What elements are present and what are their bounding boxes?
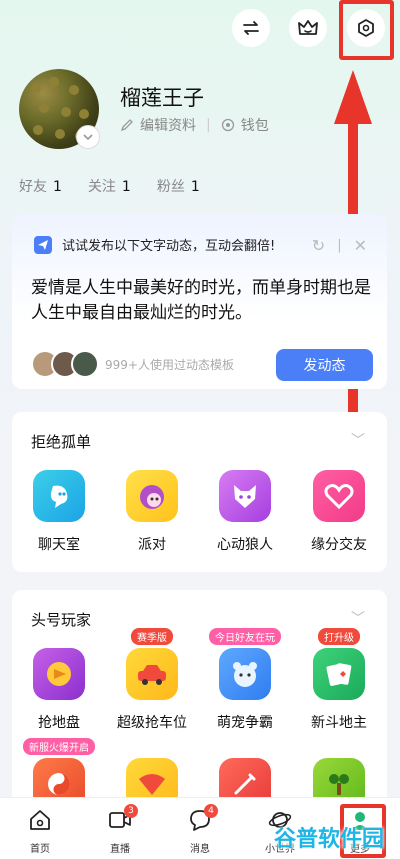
swap-icon <box>243 21 259 35</box>
wallet-icon <box>221 118 234 132</box>
feature-label: 缘分交友 <box>311 537 367 553</box>
stat-value: 1 <box>121 179 131 195</box>
template-users: 999+人使用过动态模板 <box>31 350 234 378</box>
stat-label: 粉丝 <box>156 179 185 195</box>
unread-badge: 4 <box>204 804 218 818</box>
feature-werewolf[interactable]: 心动狼人 <box>205 470 285 554</box>
feature-party[interactable]: 派对 <box>112 470 192 554</box>
avatar-dropdown-button[interactable] <box>77 126 99 148</box>
avatar <box>71 350 99 378</box>
heart-icon <box>313 470 365 522</box>
nav-label: 直播 <box>110 844 130 855</box>
send-icon <box>34 235 52 254</box>
feature-match-friends[interactable]: 缘分交友 <box>299 470 379 554</box>
divider: | <box>206 117 211 133</box>
game-tag: 打升级 <box>318 628 360 645</box>
game-tag: 今日好友在玩 <box>209 628 281 645</box>
stat-label: 关注 <box>87 179 116 195</box>
stat-friends[interactable]: 好友 1 <box>19 176 62 196</box>
stat-following[interactable]: 关注 1 <box>88 176 131 196</box>
section-title: 头号玩家 <box>31 611 92 629</box>
chatroom-icon <box>33 470 85 522</box>
party-icon <box>126 470 178 522</box>
home-icon <box>30 810 50 830</box>
post-suggestion-card: 试试发布以下文字动态，互动会翻倍! ↻ | ✕ 爱情是人生中最美好的时光，而单身… <box>12 214 387 389</box>
post-button[interactable]: 发动态 <box>276 349 373 381</box>
feature-label: 超级抢车位 <box>117 715 187 731</box>
feature-label: 萌宠争霸 <box>217 715 273 731</box>
nav-live[interactable]: 3 直播 <box>90 804 150 855</box>
section-games: 头号玩家 ﹀ 抢地盘 赛季版 超级抢车位 今日好友在玩 萌宠争霸 打升级 新斗地… <box>12 590 387 820</box>
game-pet-battle[interactable]: 今日好友在玩 萌宠争霸 <box>205 628 285 732</box>
wolf-icon <box>219 470 271 522</box>
template-count: 999+人使用过动态模板 <box>105 357 234 372</box>
feature-chatroom[interactable]: 聊天室 <box>19 470 99 554</box>
game-doudizhu[interactable]: 打升级 新斗地主 <box>299 628 379 732</box>
chevron-down-icon <box>83 134 93 141</box>
post-tip: 试试发布以下文字动态，互动会翻倍! <box>34 235 275 254</box>
vip-button[interactable] <box>289 9 327 47</box>
settings-highlight-box <box>339 0 394 60</box>
stats-row: 好友 1 关注 1 粉丝 1 <box>19 176 200 196</box>
nav-home[interactable]: 首页 <box>10 808 70 855</box>
stat-label: 好友 <box>19 179 47 195</box>
username: 榴莲王子 <box>120 86 204 110</box>
section-title: 拒绝孤单 <box>31 433 92 451</box>
pencil-icon <box>120 119 133 132</box>
suggested-post-text[interactable]: 爱情是人生中最美好的时光，而单身时期也是人生中最自由最灿烂的时光。 <box>31 276 376 326</box>
nav-label: 消息 <box>190 844 210 855</box>
nav-messages[interactable]: 4 消息 <box>170 804 230 855</box>
edit-profile-link[interactable]: 编辑资料 <box>140 115 196 135</box>
grab-land-icon <box>33 648 85 700</box>
section-chat: 拒绝孤单 ﹀ 聊天室 派对 心动狼人 缘分交友 <box>12 412 387 572</box>
cards-icon: 打升级 <box>313 628 365 700</box>
nav-label: 首页 <box>30 844 50 855</box>
crown-icon <box>298 20 318 35</box>
refresh-controls: ↻ | ✕ <box>312 236 367 255</box>
profile-actions: 编辑资料 | 钱包 <box>120 115 269 135</box>
close-icon[interactable]: ✕ <box>354 236 367 255</box>
car-icon: 赛季版 <box>126 628 178 700</box>
post-tip-text: 试试发布以下文字动态，互动会翻倍! <box>62 239 276 254</box>
game-grab-land[interactable]: 抢地盘 <box>19 648 99 732</box>
refresh-icon[interactable]: ↻ <box>312 236 325 255</box>
feature-label: 聊天室 <box>38 537 80 553</box>
feature-label: 心动狼人 <box>217 537 273 553</box>
unread-badge: 3 <box>124 804 138 818</box>
pet-icon: 今日好友在玩 <box>209 628 281 700</box>
game-tag: 新服火爆开启 <box>23 738 95 755</box>
feature-label: 派对 <box>138 537 166 553</box>
feature-label: 新斗地主 <box>311 715 367 731</box>
divider: | <box>337 238 342 253</box>
watermark: 谷普软件园 <box>274 827 385 852</box>
switch-account-button[interactable] <box>232 9 270 47</box>
chevron-down-icon[interactable]: ﹀ <box>351 430 365 450</box>
wallet-link[interactable]: 钱包 <box>241 115 269 135</box>
game-tag: 赛季版 <box>131 628 173 645</box>
stat-fans[interactable]: 粉丝 1 <box>157 176 200 196</box>
stat-value: 1 <box>53 179 62 195</box>
feature-label: 抢地盘 <box>38 715 80 731</box>
stat-value: 1 <box>190 179 200 195</box>
chevron-down-icon[interactable]: ﹀ <box>351 608 365 628</box>
game-parking[interactable]: 赛季版 超级抢车位 <box>112 628 192 732</box>
